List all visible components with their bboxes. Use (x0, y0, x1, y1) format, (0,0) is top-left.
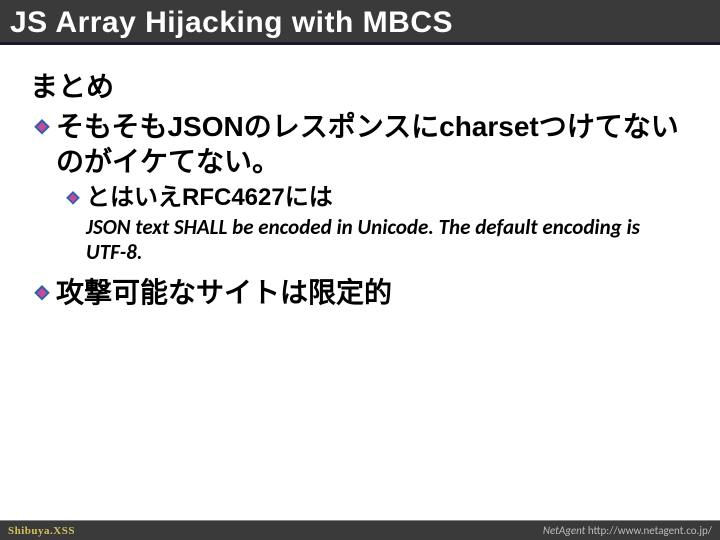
bullet-level-1: そもそもJSONのレスポンスにcharsetつけてないのがイケてない。 (30, 109, 700, 179)
diamond-bullet-icon (34, 285, 50, 301)
footer-left: Shibuya.XSS (8, 525, 75, 537)
summary-heading: まとめ (30, 65, 700, 105)
bullet-level-1: 攻撃可能なサイトは限定的 (30, 275, 700, 310)
title-bar: JS Array Hijacking with MBCS (0, 0, 720, 45)
bullet-1b-text: 攻撃可能なサイトは限定的 (56, 275, 392, 310)
footer-bar: Shibuya.XSS NetAgent http://www.netagent… (0, 520, 720, 540)
bullet-2-text: とはいえRFC4627には (86, 183, 333, 213)
slide: JS Array Hijacking with MBCS まとめ そもそもJSO… (0, 0, 720, 540)
slide-body: まとめ そもそもJSONのレスポンスにcharsetつけてないのがイケてない。 … (0, 45, 720, 540)
slide-title: JS Array Hijacking with MBCS (10, 6, 710, 40)
bullet-level-2: とはいえRFC4627には (66, 183, 700, 213)
rfc-quote: JSON text SHALL be encoded in Unicode. T… (86, 215, 670, 265)
diamond-bullet-icon (66, 191, 80, 205)
footer-brand: NetAgent (543, 524, 585, 537)
footer-right: NetAgent http://www.netagent.co.jp/ (543, 524, 712, 537)
bullet-1-text: そもそもJSONのレスポンスにcharsetつけてないのがイケてない。 (56, 109, 700, 179)
footer-url: http://www.netagent.co.jp/ (585, 524, 712, 537)
diamond-bullet-icon (34, 119, 50, 135)
